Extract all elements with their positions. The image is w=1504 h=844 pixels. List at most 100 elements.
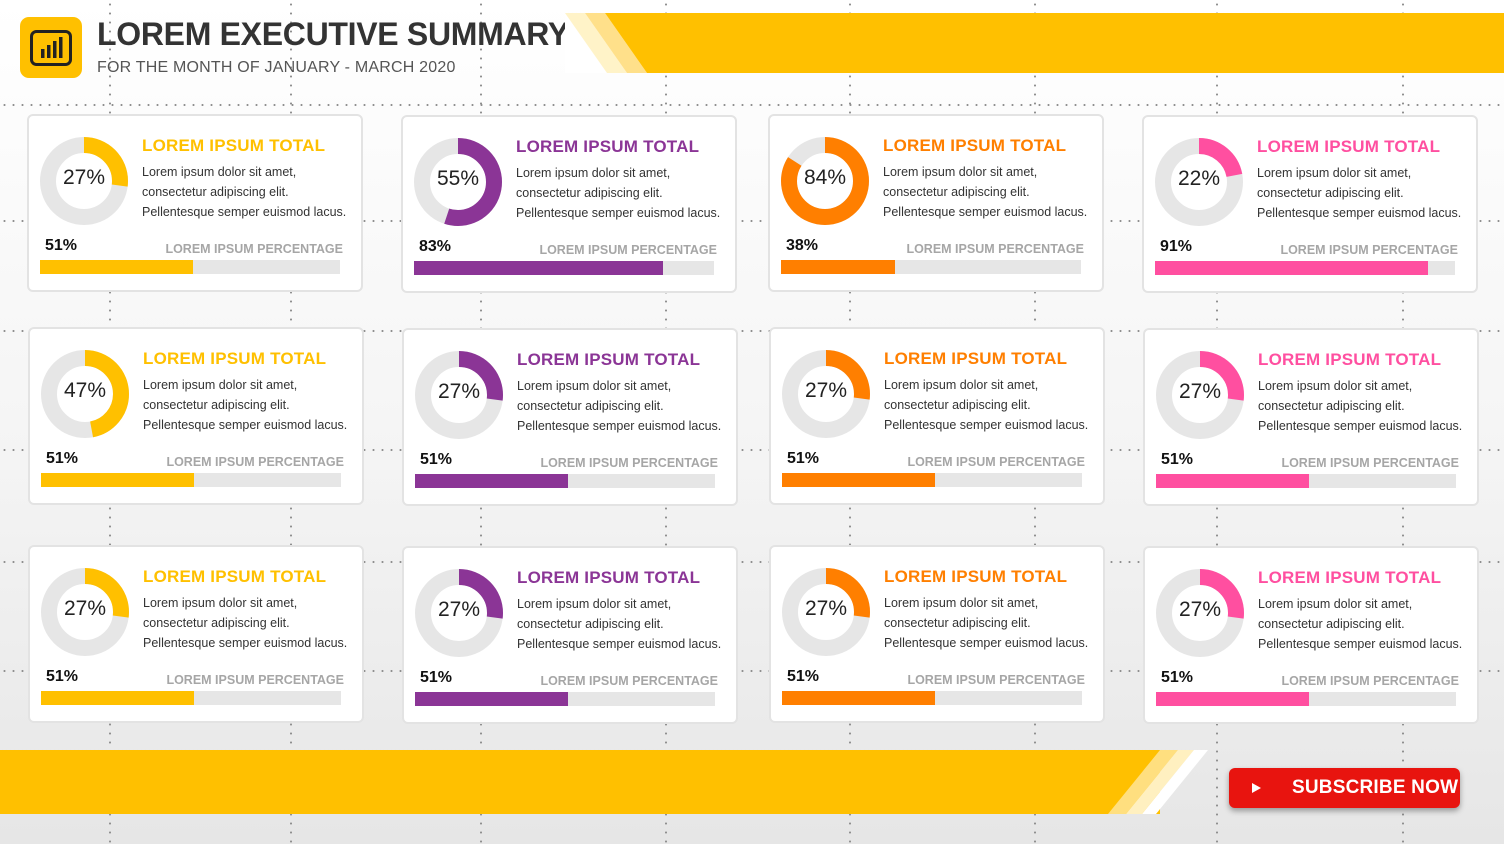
progress-bar-fill — [781, 260, 895, 274]
percentage-value: 38% — [786, 237, 819, 254]
description-line: Pellentesque semper euismod lacus. — [884, 636, 1089, 650]
card-description: Lorem ipsum dolor sit amet, consectetur a… — [517, 594, 732, 654]
description-line: Lorem ipsum dolor sit amet, — [517, 379, 672, 393]
card-description: Lorem ipsum dolor sit amet, consectetur a… — [142, 162, 357, 222]
progress-bar — [782, 473, 1082, 487]
percentage-caption: LOREM IPSUM PERCENTAGE — [1280, 243, 1458, 257]
description-line: Lorem ipsum dolor sit amet, — [1257, 166, 1412, 180]
description-line: Lorem ipsum dolor sit amet, — [517, 597, 672, 611]
card-description: Lorem ipsum dolor sit amet, consectetur a… — [143, 375, 358, 435]
youtube-play-icon — [1252, 783, 1261, 793]
percentage-value: 51% — [420, 669, 453, 686]
card-title: LOREM IPSUM TOTAL — [884, 349, 1068, 368]
description-line: consectetur adipiscing elit. — [143, 616, 290, 630]
progress-bar — [41, 473, 341, 487]
donut-value: 27% — [437, 380, 481, 403]
donut-value: 27% — [804, 379, 848, 402]
percentage-caption: LOREM IPSUM PERCENTAGE — [907, 673, 1085, 687]
kpi-card: 47% LOREM IPSUM TOTAL Lorem ipsum dolor si… — [28, 327, 364, 505]
card-title: LOREM IPSUM TOTAL — [1258, 568, 1442, 587]
description-line: Pellentesque semper euismod lacus. — [884, 418, 1089, 432]
donut-value: 27% — [804, 597, 848, 620]
donut-value: 27% — [1178, 598, 1222, 621]
card-description: Lorem ipsum dolor sit amet, consectetur a… — [883, 162, 1098, 222]
description-line: consectetur adipiscing elit. — [883, 185, 1030, 199]
page-subtitle: FOR THE MONTH OF JANUARY - MARCH 2020 — [97, 59, 456, 76]
card-description: Lorem ipsum dolor sit amet, consectetur a… — [1258, 594, 1473, 654]
app-logo — [20, 17, 82, 78]
percentage-value: 91% — [1160, 238, 1193, 255]
description-line: consectetur adipiscing elit. — [516, 186, 663, 200]
progress-bar-fill — [415, 474, 568, 488]
card-description: Lorem ipsum dolor sit amet, consectetur a… — [517, 376, 732, 436]
description-line: Pellentesque semper euismod lacus. — [142, 205, 347, 219]
percentage-value: 51% — [1161, 669, 1194, 686]
description-line: consectetur adipiscing elit. — [142, 185, 289, 199]
description-line: Lorem ipsum dolor sit amet, — [883, 165, 1038, 179]
progress-bar — [415, 474, 715, 488]
percentage-caption: LOREM IPSUM PERCENTAGE — [540, 674, 718, 688]
percentage-caption: LOREM IPSUM PERCENTAGE — [166, 673, 344, 687]
card-title: LOREM IPSUM TOTAL — [883, 136, 1067, 155]
progress-bar — [781, 260, 1081, 274]
percentage-caption: LOREM IPSUM PERCENTAGE — [165, 242, 343, 256]
donut-value: 27% — [63, 597, 107, 620]
subscribe-button[interactable]: SUBSCRIBE NOW — [1229, 768, 1460, 808]
percentage-caption: LOREM IPSUM PERCENTAGE — [906, 242, 1084, 256]
kpi-card: 27% LOREM IPSUM TOTAL Lorem ipsum dolor si… — [27, 114, 363, 292]
donut-value: 47% — [63, 379, 107, 402]
description-line: Lorem ipsum dolor sit amet, — [1258, 597, 1413, 611]
percentage-value: 83% — [419, 238, 452, 255]
card-title: LOREM IPSUM TOTAL — [143, 349, 327, 368]
card-title: LOREM IPSUM TOTAL — [516, 137, 700, 156]
description-line: Pellentesque semper euismod lacus. — [517, 637, 722, 651]
description-line: Lorem ipsum dolor sit amet, — [143, 596, 298, 610]
percentage-caption: LOREM IPSUM PERCENTAGE — [540, 456, 718, 470]
progress-bar-fill — [1156, 474, 1309, 488]
percentage-value: 51% — [1161, 451, 1194, 468]
progress-bar-fill — [782, 473, 935, 487]
donut-value: 22% — [1177, 167, 1221, 190]
progress-bar-fill — [41, 473, 194, 487]
description-line: consectetur adipiscing elit. — [517, 617, 664, 631]
description-line: consectetur adipiscing elit. — [1257, 186, 1404, 200]
kpi-card: 27% LOREM IPSUM TOTAL Lorem ipsum dolor si… — [402, 546, 738, 724]
percentage-caption: LOREM IPSUM PERCENTAGE — [166, 455, 344, 469]
donut-value: 84% — [803, 166, 847, 189]
progress-bar — [1155, 261, 1455, 275]
percentage-value: 51% — [45, 237, 78, 254]
percentage-caption: LOREM IPSUM PERCENTAGE — [1281, 674, 1459, 688]
footer-banner — [0, 750, 1160, 814]
card-description: Lorem ipsum dolor sit amet, consectetur a… — [143, 593, 358, 653]
description-line: Pellentesque semper euismod lacus. — [1258, 419, 1463, 433]
card-description: Lorem ipsum dolor sit amet, consectetur a… — [516, 163, 731, 223]
description-line: consectetur adipiscing elit. — [517, 399, 664, 413]
progress-bar-fill — [41, 691, 194, 705]
description-line: consectetur adipiscing elit. — [884, 616, 1031, 630]
kpi-card: 22% LOREM IPSUM TOTAL Lorem ipsum dolor si… — [1142, 115, 1478, 293]
card-description: Lorem ipsum dolor sit amet, consectetur a… — [1258, 376, 1473, 436]
progress-bar-fill — [40, 260, 193, 274]
card-title: LOREM IPSUM TOTAL — [142, 136, 326, 155]
percentage-caption: LOREM IPSUM PERCENTAGE — [539, 243, 717, 257]
percentage-value: 51% — [46, 668, 79, 685]
progress-bar-fill — [782, 691, 935, 705]
donut-value: 27% — [62, 166, 106, 189]
progress-bar — [41, 691, 341, 705]
kpi-card: 27% LOREM IPSUM TOTAL Lorem ipsum dolor si… — [769, 327, 1105, 505]
description-line: Lorem ipsum dolor sit amet, — [1258, 379, 1413, 393]
description-line: Pellentesque semper euismod lacus. — [1258, 637, 1463, 651]
progress-bar — [782, 691, 1082, 705]
percentage-value: 51% — [46, 450, 79, 467]
description-line: Lorem ipsum dolor sit amet, — [516, 166, 671, 180]
kpi-card: 27% LOREM IPSUM TOTAL Lorem ipsum dolor si… — [28, 545, 364, 723]
percentage-caption: LOREM IPSUM PERCENTAGE — [907, 455, 1085, 469]
donut-value: 27% — [437, 598, 481, 621]
description-line: Pellentesque semper euismod lacus. — [1257, 206, 1462, 220]
donut-value: 55% — [436, 167, 480, 190]
description-line: Pellentesque semper euismod lacus. — [883, 205, 1088, 219]
kpi-card: 84% LOREM IPSUM TOTAL Lorem ipsum dolor si… — [768, 114, 1104, 292]
card-description: Lorem ipsum dolor sit amet, consectetur a… — [884, 375, 1099, 435]
bar-chart-icon — [30, 30, 72, 66]
kpi-card: 27% LOREM IPSUM TOTAL Lorem ipsum dolor si… — [1143, 546, 1479, 724]
